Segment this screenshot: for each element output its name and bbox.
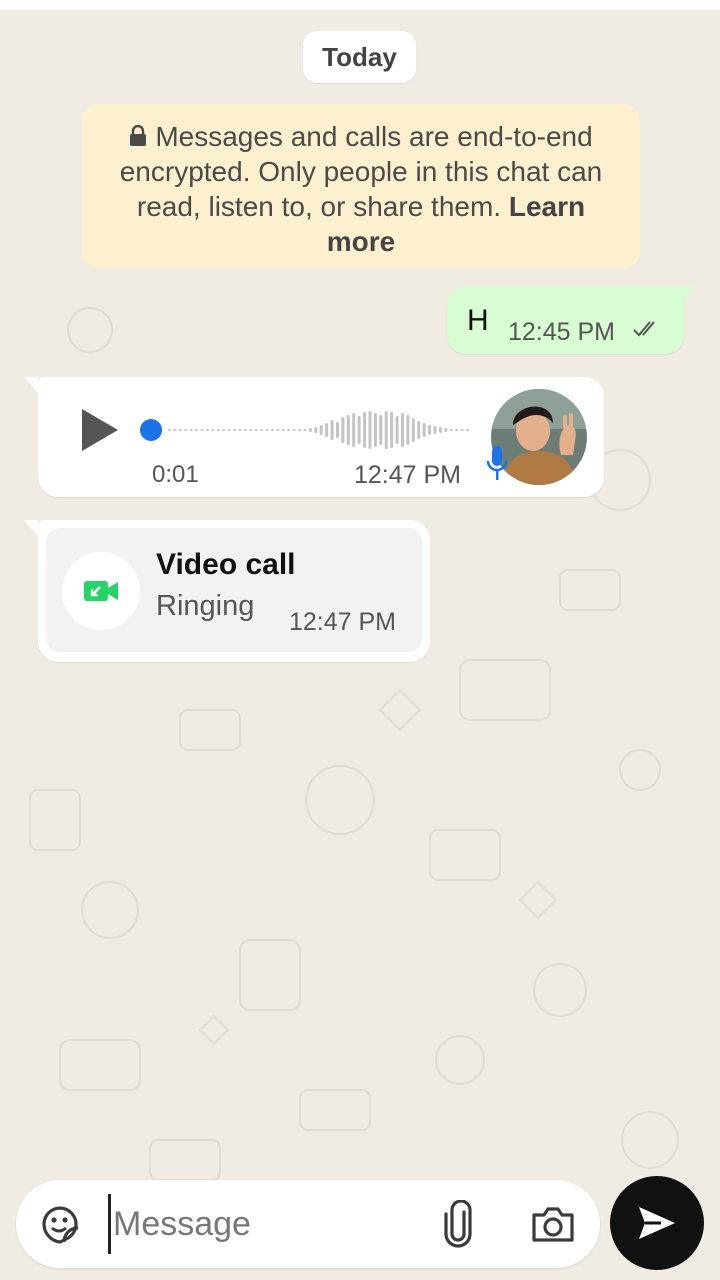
waveform-bar xyxy=(243,429,247,431)
waveform-bar xyxy=(417,421,421,439)
paperclip-icon[interactable] xyxy=(440,1200,476,1248)
waveform-bar xyxy=(205,429,209,431)
waveform-bar xyxy=(178,429,182,431)
waveform-bar xyxy=(319,425,323,435)
waveform-bar xyxy=(325,423,329,437)
video-call-missed-icon xyxy=(84,581,118,601)
message-time: 12:47 PM xyxy=(289,608,397,636)
waveform-bar xyxy=(363,412,367,448)
waveform-bar xyxy=(233,429,237,431)
date-divider: Today xyxy=(303,31,416,83)
outgoing-message[interactable]: H 12:45 PM xyxy=(447,286,696,354)
waveform-bar xyxy=(281,429,285,431)
waveform-bar xyxy=(438,427,442,433)
message-time: 12:47 PM xyxy=(354,461,462,489)
message-text: H xyxy=(467,304,489,337)
call-card[interactable]: Video call Ringing 12:47 PM xyxy=(46,528,422,652)
waveform-bar xyxy=(303,429,307,431)
waveform-bar xyxy=(341,417,345,443)
waveform-bar xyxy=(249,429,253,431)
send-button[interactable] xyxy=(610,1176,704,1270)
message-time: 12:45 PM xyxy=(508,318,616,346)
camera-icon[interactable] xyxy=(530,1204,576,1244)
waveform-bar xyxy=(173,429,177,431)
waveform-bar xyxy=(460,429,464,431)
mic-icon xyxy=(486,446,508,480)
send-icon xyxy=(639,1207,675,1239)
waveform-bar xyxy=(314,427,318,433)
waveform-bar xyxy=(287,429,291,431)
waveform-bar xyxy=(195,429,199,431)
waveform-bar xyxy=(211,429,215,431)
voice-duration: 0:01 xyxy=(152,461,199,488)
waveform-bar xyxy=(390,412,394,448)
waveform-bar xyxy=(368,411,372,449)
waveform-bar xyxy=(189,429,193,431)
waveform-bar xyxy=(292,429,296,431)
waveform-bar xyxy=(254,429,258,431)
play-icon[interactable] xyxy=(80,407,120,453)
video-call-icon-circle xyxy=(62,552,140,630)
waveform-bar xyxy=(308,428,312,432)
waveform-bar xyxy=(379,415,383,445)
status-bar-strip xyxy=(0,0,720,10)
waveform-bar xyxy=(428,425,432,435)
waveform-bar xyxy=(466,429,469,431)
waveform-bar xyxy=(433,426,437,434)
waveform-bar xyxy=(200,429,204,431)
waveform-bar xyxy=(346,415,350,445)
waveform-bar xyxy=(395,416,399,444)
voice-waveform-slider[interactable] xyxy=(138,407,472,453)
waveform-bar xyxy=(422,423,426,437)
waveform-bar xyxy=(444,428,448,432)
waveform-bar xyxy=(216,429,220,431)
waveform-bar xyxy=(373,413,377,447)
waveform-bar xyxy=(384,411,388,449)
waveform-bar xyxy=(298,429,302,431)
waveform-bar xyxy=(400,413,404,447)
waveform-bar xyxy=(270,429,274,431)
playback-knob[interactable] xyxy=(140,419,162,441)
waveform-bar xyxy=(184,429,188,431)
double-check-icon xyxy=(633,321,655,337)
message-input[interactable] xyxy=(108,1194,408,1254)
waveform-bar xyxy=(455,429,459,431)
waveform-bar xyxy=(406,415,410,445)
call-message[interactable]: Video call Ringing 12:47 PM xyxy=(24,520,430,662)
waveform-bar xyxy=(265,429,269,431)
waveform-bar xyxy=(352,413,356,447)
waveform-bar xyxy=(168,429,171,431)
waveform-bar xyxy=(411,418,415,442)
waveform-bar xyxy=(276,429,280,431)
voice-message[interactable]: 0:01 12:47 PM xyxy=(24,377,604,497)
waveform-bar xyxy=(357,416,361,444)
encryption-notice[interactable]: Messages and calls are end-to-end encryp… xyxy=(82,104,640,268)
waveform-bar xyxy=(335,422,339,438)
call-status: Ringing xyxy=(156,590,255,622)
waveform-bar xyxy=(227,429,231,431)
call-title: Video call xyxy=(156,548,296,581)
waveform-bar xyxy=(449,429,453,431)
waveform-bar xyxy=(330,420,334,440)
waveform-bar xyxy=(260,429,264,431)
waveform-bar xyxy=(238,429,242,431)
sticker-icon[interactable] xyxy=(38,1202,82,1246)
waveform-bar xyxy=(222,429,226,431)
lock-icon xyxy=(130,125,147,146)
message-composer xyxy=(16,1180,600,1268)
